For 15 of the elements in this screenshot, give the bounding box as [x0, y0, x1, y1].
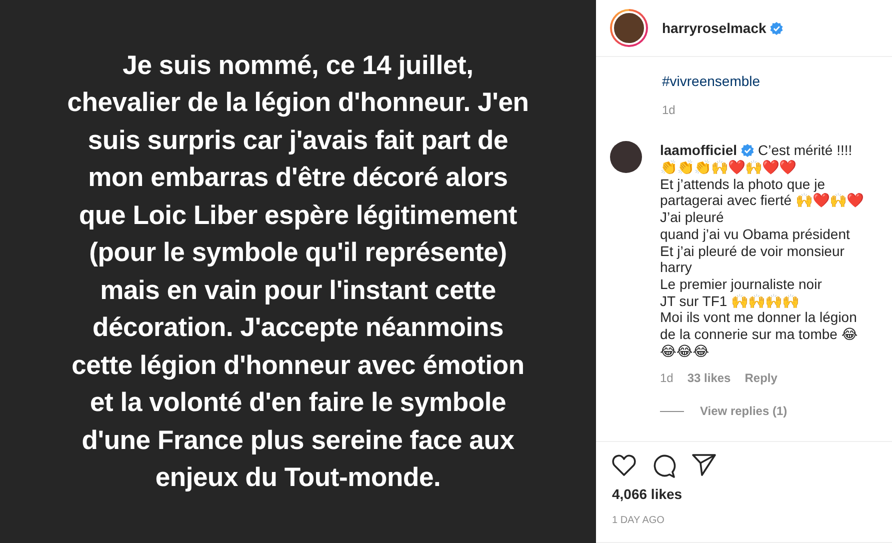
share-icon[interactable] — [692, 454, 716, 476]
comment-time: 1d — [660, 370, 674, 388]
post-time: 1d — [662, 102, 676, 119]
likes-count[interactable]: 4,066 likes — [612, 484, 876, 505]
post-image-text: Je suis nommé, ce 14 juillet, chevalier de la légion d'honneur. J'en suis surpris car j'avais fait part de mon embarras d'être décoré alors que Loic Liber espère légitimement (pour le symbole qu'il représente) mais en vain pour l'instant cette décoration. J'accepte néanmoins cette légion d'honneur avec émotion et la volonté d'en faire le symbole d'une France plus sereine face aux enjeux du Tout-monde. — [67, 48, 529, 494]
commenter-username[interactable]: laamofficiel — [660, 141, 738, 159]
comment-icon[interactable] — [652, 454, 676, 478]
like-icon[interactable] — [612, 454, 636, 476]
comment-text: C’est mérité !!!! — [758, 141, 852, 159]
profile-avatar[interactable] — [610, 9, 648, 47]
hashtag-link[interactable]: #vivreensemble — [662, 72, 880, 90]
username[interactable]: harryroselmack — [662, 18, 766, 38]
post-date: 1 DAY AGO — [612, 514, 666, 528]
comment-text: 👏👏👏🙌❤🙌❤❤ Et j’attends la photo que je partagerai avec fierté 🙌❤🙌❤ J’ai pleuré quand j’ai vu Obama président Et j’ai pleuré de voir monsieur harry Le premier journaliste noir JT sur TF1 🙌🙌🙌🙌 Moi ils vont me donner la légion de la connerie sur ma tombe 😂😂😂😂 — [660, 159, 864, 360]
commenter-avatar[interactable] — [610, 141, 642, 173]
